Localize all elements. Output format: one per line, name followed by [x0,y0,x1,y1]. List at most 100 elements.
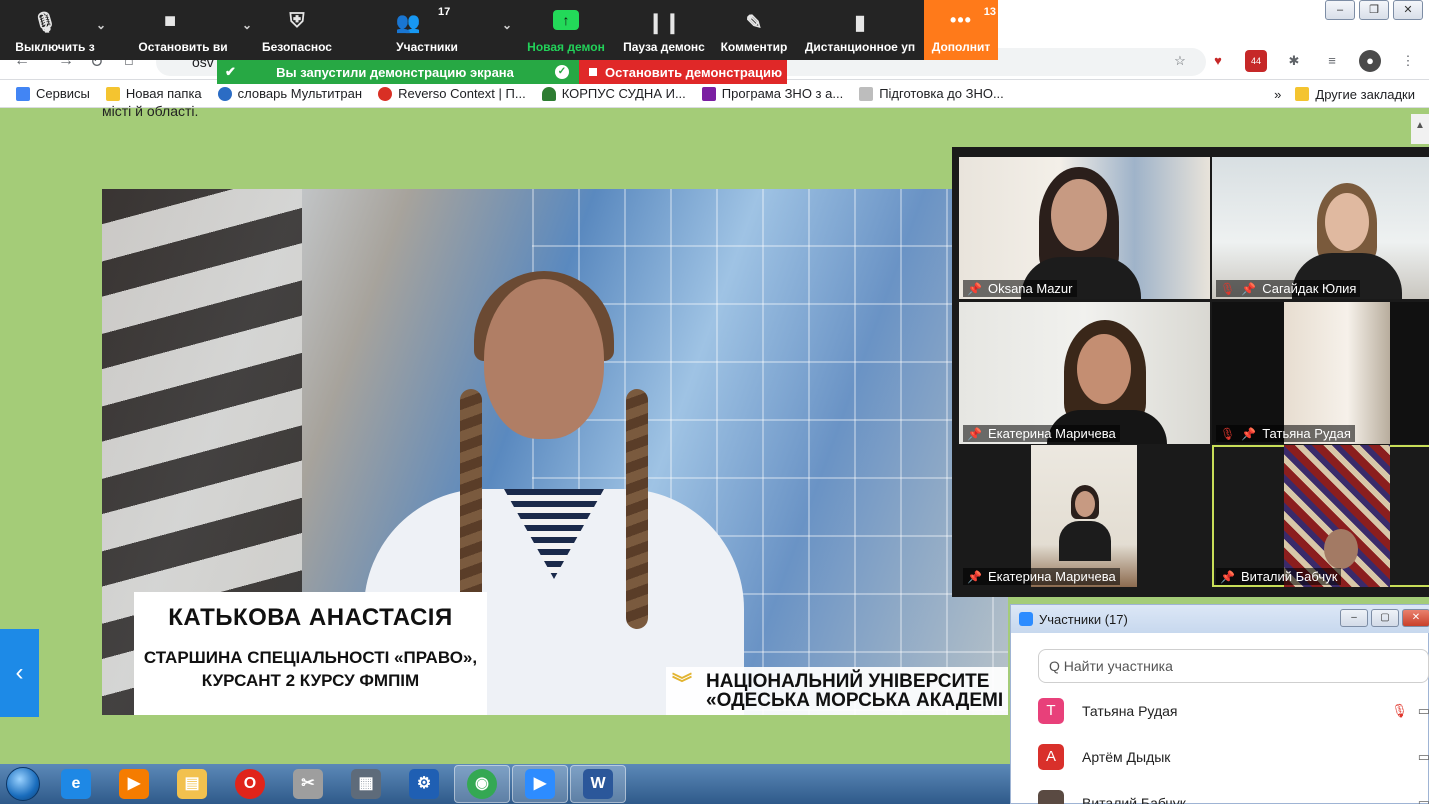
video-tile-active-speaker[interactable]: 📌 Виталий Бабчук [1212,445,1429,587]
person-face [1051,179,1107,251]
video-tile[interactable]: 📌 Екатерина Маричева [959,445,1210,587]
zoom-icon: ▶ [525,769,555,799]
media-queue-icon[interactable]: ≡ [1321,50,1343,72]
pause-share-label: Пауза демонс [623,40,705,54]
bookmark-item[interactable]: Новая папка [105,86,202,101]
taskbar-item[interactable]: ▤ [164,765,220,803]
restore-window-button[interactable]: ❐ [1359,0,1389,20]
other-bookmarks[interactable]: Другие закладки [1295,87,1415,102]
participants-titlebar[interactable]: Участники (17) – ▢ ✕ [1011,605,1429,633]
sharing-status-banner[interactable]: ✔ Вы запустили демонстрацию экрана ✓ [217,60,579,84]
participants-panel: Участники (17) – ▢ ✕ Q Найти участника Т… [1010,604,1429,804]
bookmarks-overflow-button[interactable]: » [1274,87,1281,102]
stop-share-button[interactable]: Остановить демонстрацию [579,60,787,84]
pin-icon: 📌 [967,426,982,441]
extension-badge-icon[interactable]: 44 [1245,50,1267,72]
more-button[interactable]: ••• 13 Дополнит [924,0,998,60]
bookmark-item[interactable]: Програма ЗНО з а... [701,86,843,101]
person-face [1325,193,1369,251]
new-share-button[interactable]: ↑ Новая демон [516,0,616,60]
video-tile[interactable]: 📌 Oksana Mazur [959,157,1210,299]
bookmark-item[interactable]: Reverso Context | П... [378,86,526,101]
participant-row[interactable]: Виталий Бабчук ▭ [1038,785,1429,804]
taskbar-item[interactable]: e [48,765,104,803]
chevron-down-icon[interactable]: ⌄ [502,18,512,32]
minimize-window-button[interactable]: – [1325,0,1355,20]
zoom-toolbar: 🎙 ⌄ Выключить з ■ ⌄ Остановить ви ⛨ Безо… [0,0,998,60]
muted-mic-icon: 🎙 [1220,426,1236,441]
video-tile-label: 🎙 📌 Сагайдак Юлия [1216,280,1361,297]
taskbar-item[interactable]: ⚙ [396,765,452,803]
video-gallery: 📌 Oksana Mazur 🎙 📌 Сагайдак Юлия 📌 Екатерина… [952,147,1429,597]
remote-control-button[interactable]: ▮ Дистанционное уп [796,0,924,60]
bookmark-label: Підготовка до ЗНО... [879,86,1004,101]
pause-share-button[interactable]: ❙❙ Пауза демонс [616,0,712,60]
video-tile[interactable]: 🎙 📌 Татьяна Рудая [1212,302,1429,444]
stop-video-label: Остановить ви [138,40,228,54]
taskbar-item[interactable]: ▦ [338,765,394,803]
puzzle-icon[interactable]: ✱ [1283,50,1305,72]
participant-row[interactable]: А Артём Дыдык ▭ [1038,739,1429,775]
taskbar-item[interactable]: ✂ [280,765,336,803]
more-icon: ••• [950,10,972,30]
video-camera-icon[interactable]: ▭ [1418,749,1429,765]
minimize-panel-button[interactable]: – [1340,609,1368,627]
more-label: Дополнит [931,40,991,54]
taskbar-item[interactable]: ▶ [106,765,162,803]
video-player[interactable]: КАТЬКОВА АНАСТАСІЯ СТАРШИНА СПЕЦІАЛЬНОСТ… [102,189,1008,715]
extension-icons: ☆ ♥ 44 ✱ ≡ ● ⋮ [1169,50,1419,72]
annotate-button[interactable]: ✎ Комментир [712,0,796,60]
taskbar-item[interactable]: O [222,765,278,803]
video-camera-icon[interactable]: ▭ [1418,795,1429,804]
book-icon [859,86,874,101]
video-camera-icon[interactable]: ▭ [1418,703,1429,719]
browser-menu-icon[interactable]: ⋮ [1397,50,1419,72]
pin-icon: 📌 [967,569,982,584]
muted-mic-icon[interactable]: 🎙 [1391,703,1408,719]
pin-icon: 📌 [1220,569,1235,584]
muted-mic-icon: 🎙 [1220,281,1236,296]
page-text: місті й області. [102,104,199,116]
bookmark-label: Reverso Context | П... [398,86,526,101]
file-explorer-icon: ▤ [177,769,207,799]
stop-video-button[interactable]: ■ ⌄ Остановить ви [110,0,256,60]
close-window-button[interactable]: ✕ [1393,0,1423,20]
page-scrollbar[interactable]: ▲ [1411,114,1429,144]
bookmark-item[interactable]: словарь Мультитран [217,86,362,101]
bookmark-star-icon[interactable]: ☆ [1169,50,1191,72]
video-tile-label: 🎙 📌 Татьяна Рудая [1216,425,1355,442]
participant-name: Артём Дыдык [1082,749,1171,765]
avatar [1038,790,1064,804]
profile-avatar[interactable]: ● [1359,50,1381,72]
chevron-down-icon[interactable]: ⌄ [96,18,106,32]
bookmark-item[interactable]: Сервисы [16,86,90,101]
chevron-down-icon[interactable]: ⌄ [242,18,252,32]
participant-name: Виталий Бабчук [1082,795,1186,804]
taskbar-item[interactable]: ▶ [512,765,568,803]
start-button[interactable] [0,764,46,804]
apps-grid-icon [16,86,30,101]
close-panel-button[interactable]: ✕ [1402,609,1429,627]
signal-icon: ✔ [225,64,236,79]
extension-icon[interactable]: ♥ [1207,50,1229,72]
participant-search-input[interactable]: Q Найти участника [1038,649,1429,683]
video-tile-label: 📌 Oksana Mazur [963,280,1077,297]
mute-button[interactable]: 🎙 ⌄ Выключить з [0,0,110,60]
folder-icon [105,86,120,101]
taskbar-item[interactable]: ◉ [454,765,510,803]
carousel-prev-button[interactable]: ‹ [0,629,39,717]
internet-explorer-icon: e [61,769,91,799]
bookmark-item[interactable]: Підготовка до ЗНО... [859,86,1004,101]
security-button[interactable]: ⛨ Безопаснос [256,0,338,60]
bookmarks-bar: Сервисы Новая папка словарь Мультитран R… [0,80,1429,108]
participants-button[interactable]: 👥 17 ⌄ Участники [338,0,516,60]
participant-row[interactable]: Т Татьяна Рудая 🎙 ▭ [1038,693,1429,729]
video-tile-label: 📌 Екатерина Маричева [963,568,1120,585]
avatar: А [1038,744,1064,770]
taskbar-item[interactable]: W [570,765,626,803]
video-tile[interactable]: 📌 Екатерина Маричева [959,302,1210,444]
video-tile[interactable]: 🎙 📌 Сагайдак Юлия [1212,157,1429,299]
maximize-panel-button[interactable]: ▢ [1371,609,1399,627]
bookmark-item[interactable]: КОРПУС СУДНА И... [541,86,686,101]
video-caption-name: КАТЬКОВА АНАСТАСІЯ [168,604,453,631]
